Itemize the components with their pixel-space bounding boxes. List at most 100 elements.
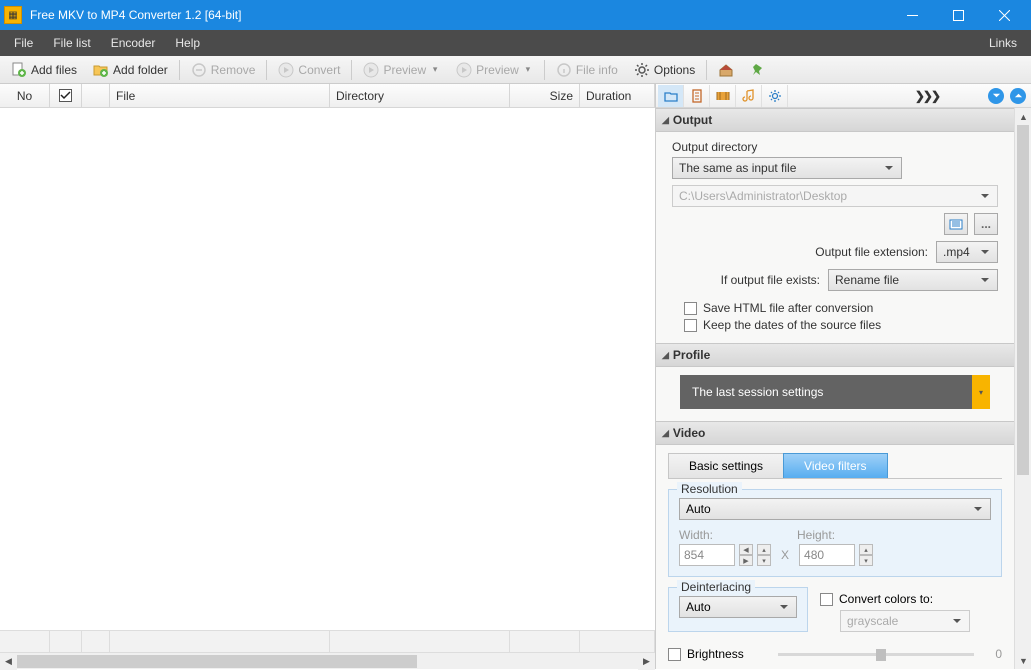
profile-combo[interactable]: The last session settings ▾ [680,375,990,409]
col-size[interactable]: Size [510,84,580,107]
collapse-down-button[interactable] [988,88,1004,104]
output-header[interactable]: ◢Output [656,108,1014,132]
menu-encoder[interactable]: Encoder [101,32,166,54]
col-check[interactable] [50,84,82,107]
settings-tabs: ❯❯❯ [656,84,1031,108]
deinterlacing-combo[interactable]: Auto [679,596,797,618]
convert-colors-combo: grayscale [840,610,970,632]
chevron-down-icon[interactable]: ▾ [430,64,440,75]
menu-help[interactable]: Help [165,32,210,54]
horizontal-scrollbar[interactable]: ◀ ▶ [0,652,655,669]
deinterlacing-label: Deinterlacing [677,580,755,594]
exists-combo[interactable]: Rename file [828,269,998,291]
scroll-up-icon[interactable]: ▲ [1015,108,1031,125]
browse-button[interactable]: ... [974,213,998,235]
home-button[interactable] [711,59,741,81]
preview-button[interactable]: Preview ▾ [356,59,447,81]
resolution-label: Resolution [677,482,742,496]
resolution-combo[interactable]: Auto [679,498,991,520]
pin-button[interactable] [743,59,773,81]
menu-file[interactable]: File [4,32,43,54]
app-icon: ▦ [4,6,22,24]
minimize-button[interactable] [889,0,935,30]
output-dir-combo[interactable]: The same as input file [672,157,902,179]
tab-settings-icon[interactable] [762,85,788,107]
add-folder-icon [93,62,109,78]
brightness-value: 0 [984,647,1002,661]
keep-dates-checkbox[interactable]: Keep the dates of the source files [684,318,998,332]
chevron-down-icon[interactable]: ▾ [523,64,533,75]
scroll-thumb[interactable] [17,655,417,668]
close-button[interactable] [981,0,1027,30]
width-spinner[interactable]: ◀▶ [739,544,753,566]
col-directory[interactable]: Directory [330,84,510,107]
chevron-down-icon[interactable]: ▾ [972,375,990,409]
deinterlacing-group: Deinterlacing Auto [668,587,808,632]
home-icon [718,62,734,78]
file-info-label: File info [576,63,618,77]
scroll-down-icon[interactable]: ▼ [1015,652,1031,669]
add-folder-button[interactable]: Add folder [86,59,175,81]
col-icon[interactable] [82,84,110,107]
options-button[interactable]: Options [627,59,702,81]
add-folder-label: Add folder [113,63,168,77]
remove-icon [191,62,207,78]
x-label: X [781,548,789,562]
ext-combo[interactable]: .mp4 [936,241,998,263]
gear-icon [634,62,650,78]
file-info-button[interactable]: File info [549,59,625,81]
width-label: Width: [679,528,749,542]
file-list-body[interactable] [0,108,655,630]
add-files-button[interactable]: Add files [4,59,84,81]
menubar: File File list Encoder Help Links [0,30,1031,56]
tab-basic-settings[interactable]: Basic settings [668,453,784,478]
col-duration[interactable]: Duration [580,84,655,107]
convert-button[interactable]: Convert [271,59,347,81]
maximize-button[interactable] [935,0,981,30]
expand-chevrons[interactable]: ❯❯❯ [909,89,945,103]
video-header[interactable]: ◢Video [656,421,1014,445]
info-icon [556,62,572,78]
width-spinner2[interactable]: ▴▾ [757,544,771,566]
save-html-checkbox[interactable]: Save HTML file after conversion [684,301,998,315]
vertical-scrollbar[interactable]: ▲ ▼ [1014,108,1031,669]
col-no[interactable]: No [0,84,50,107]
resolution-group: Resolution Auto Width: Height: 854 ◀▶ [668,489,1002,577]
brightness-slider[interactable] [778,644,974,664]
titlebar: ▦ Free MKV to MP4 Converter 1.2 [64-bit] [0,0,1031,30]
menu-file-list[interactable]: File list [43,32,100,54]
scroll-right-icon[interactable]: ▶ [638,653,655,670]
preview2-button[interactable]: Preview ▾ [449,59,540,81]
col-file[interactable]: File [110,84,330,107]
add-files-label: Add files [31,63,77,77]
profile-header[interactable]: ◢Profile [656,343,1014,367]
settings-panel: ❯❯❯ ◢Output Output directory The same as… [656,84,1031,669]
play-icon [456,62,472,78]
ext-label: Output file extension: [815,245,928,259]
collapse-up-button[interactable] [1010,88,1026,104]
scroll-thumb[interactable] [1017,125,1029,475]
remove-button[interactable]: Remove [184,59,263,81]
open-folder-button[interactable] [944,213,968,235]
convert-colors-checkbox[interactable]: Convert colors to: [820,592,1002,606]
tab-document-icon[interactable] [684,85,710,107]
toolbar: Add files Add folder Remove Convert Prev… [0,56,1031,84]
check-icon [59,89,72,102]
width-input[interactable]: 854 [679,544,735,566]
video-tabbar: Basic settings Video filters [668,453,1002,479]
scroll-left-icon[interactable]: ◀ [0,653,17,670]
exists-label: If output file exists: [721,273,820,287]
add-files-icon [11,62,27,78]
menu-links[interactable]: Links [979,32,1027,54]
brightness-checkbox[interactable]: Brightness [668,647,768,661]
tab-audio-icon[interactable] [736,85,762,107]
pin-icon [750,62,766,78]
height-spinner[interactable]: ▴▾ [859,544,873,566]
triangle-icon: ◢ [662,428,669,439]
height-input[interactable]: 480 [799,544,855,566]
tab-video-icon[interactable] [710,85,736,107]
window-title: Free MKV to MP4 Converter 1.2 [64-bit] [30,8,889,22]
tab-video-filters[interactable]: Video filters [783,453,887,478]
tab-output-icon[interactable] [658,85,684,107]
file-list-header: No File Directory Size Duration [0,84,655,108]
